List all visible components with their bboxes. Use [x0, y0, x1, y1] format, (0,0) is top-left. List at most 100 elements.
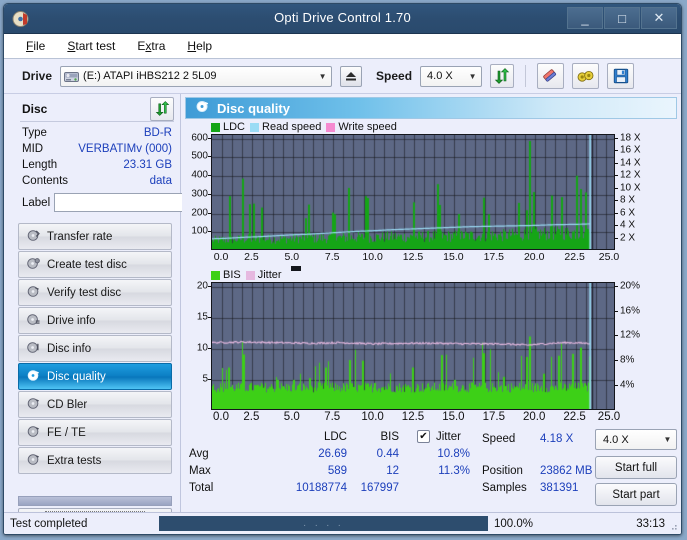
axis-tick: 20.0: [523, 411, 545, 423]
test-speed-select[interactable]: 4.0 X ▼: [595, 429, 677, 450]
axis-tick: 17.5: [484, 251, 504, 263]
main-body: Disc Type BD-R MID VERBATIMv (000): [4, 94, 681, 534]
sidebar-item-create-test-disc[interactable]: Create test disc: [18, 251, 172, 278]
axis-tick: 20%: [620, 280, 640, 291]
axis-tick: 10 X: [620, 182, 641, 193]
axis-tick: 0.0: [214, 251, 229, 263]
menu-file[interactable]: File: [26, 39, 45, 53]
axis-tick: 10: [197, 342, 208, 353]
stats-total-bis: 167997: [349, 482, 399, 494]
minimize-button[interactable]: _: [567, 7, 603, 29]
sidebar-item-label: Extra tests: [47, 455, 101, 467]
resize-grip-icon[interactable]: [668, 521, 678, 531]
sidebar-item-drive-info[interactable]: Drive info: [18, 307, 172, 334]
table-row: Length 23.31 GB: [22, 157, 172, 173]
close-button[interactable]: ✕: [641, 7, 677, 29]
disc-extra-icon: [27, 453, 40, 469]
chart-legend-bottom: BIS Jitter: [185, 267, 677, 282]
section-header: Disc quality: [185, 97, 677, 119]
sidebar-item-label: Disc quality: [47, 371, 106, 383]
disc-bler-icon: [27, 397, 40, 413]
menu-start-test[interactable]: Start test: [67, 39, 115, 53]
axis-tick: 12%: [620, 330, 640, 341]
sidebar-item-cd-bler[interactable]: CD Bler: [18, 391, 172, 418]
disc-info-table: Type BD-R MID VERBATIMv (000) Length 23.…: [4, 125, 180, 213]
sidebar-item-verify-test-disc[interactable]: Verify test disc: [18, 279, 172, 306]
axis-tick: 20.0: [524, 251, 544, 263]
stats-avg-jitter: 10.8%: [420, 448, 470, 460]
legend-item-ldc: LDC: [211, 121, 245, 133]
legend-swatch-icon: [211, 271, 220, 280]
disc-mid-value: VERBATIMv (000): [78, 143, 172, 155]
axis-tick: 16%: [620, 305, 640, 316]
axis-tick: 2 X: [620, 232, 635, 243]
axis-tick: 14 X: [620, 157, 641, 168]
axis-tickmark: [615, 163, 618, 164]
progress-percent: 100.0%: [488, 518, 566, 530]
legend-swatch-icon: [246, 271, 255, 280]
axis-tick: 12 X: [620, 170, 641, 181]
disc-quality-icon: [27, 369, 40, 385]
axis-tick: 8%: [620, 355, 634, 366]
start-full-button[interactable]: Start full: [595, 456, 677, 479]
drive-icon: [64, 70, 79, 83]
axis-tick: 400: [191, 170, 208, 181]
disc-fete-icon: [27, 425, 40, 441]
axis-tick: 5.0: [284, 251, 299, 263]
axis-tickmark: [615, 213, 618, 214]
jitter-label: Jitter: [436, 431, 461, 443]
speed-select[interactable]: 4.0 X ▼: [420, 66, 482, 87]
axis-tick: 18 X: [620, 132, 641, 143]
menu-extra[interactable]: Extra: [137, 39, 165, 53]
legend-label: Jitter: [258, 269, 282, 281]
stats-header-bis: BIS: [355, 431, 399, 443]
save-button[interactable]: [607, 63, 634, 89]
sidebar-item-disc-info[interactable]: Disc info: [18, 335, 172, 362]
sidebar-spacer: [18, 496, 172, 506]
menu-help-label: elp: [196, 39, 212, 53]
start-full-label: Start full: [615, 462, 657, 474]
disc-type-value: BD-R: [144, 127, 172, 139]
table-row: Contents data: [22, 173, 172, 189]
eject-button[interactable]: [340, 66, 362, 87]
axis-tick: 10.0: [362, 251, 382, 263]
axis-tick: 2.5: [243, 411, 259, 423]
menu-file-label: ile: [33, 39, 45, 53]
stats-row-label-total: Total: [189, 482, 213, 494]
axis-tick: 15: [197, 311, 208, 322]
disc-type-label: Type: [22, 127, 47, 139]
maximize-button[interactable]: □: [604, 7, 640, 29]
axis-tick: 5.0: [284, 411, 300, 423]
refresh-button[interactable]: [490, 64, 514, 88]
disc-create-icon: [27, 257, 40, 273]
drive-select[interactable]: (E:) ATAPI iHBS212 2 5L09 ▼: [60, 66, 332, 87]
axis-tick: 12.5: [403, 251, 423, 263]
table-row: MID VERBATIMv (000): [22, 141, 172, 157]
sidebar-item-extra-tests[interactable]: Extra tests: [18, 447, 172, 474]
disc-contents-value: data: [150, 175, 172, 187]
erase-button[interactable]: [537, 63, 564, 89]
stats-samples-label: Samples: [482, 482, 527, 494]
sidebar-item-fe-te[interactable]: FE / TE: [18, 419, 172, 446]
chevron-down-icon: ▼: [314, 67, 331, 86]
disc-length-label: Length: [22, 159, 57, 171]
progress-dots: . . . .: [303, 518, 343, 529]
sidebar-item-disc-quality[interactable]: Disc quality: [18, 363, 172, 390]
start-part-button[interactable]: Start part: [595, 483, 677, 506]
settings-button[interactable]: [572, 63, 599, 89]
eject-icon: [344, 70, 358, 82]
menu-help[interactable]: Help: [187, 39, 212, 53]
stats-speed-value: 4.18 X: [540, 433, 600, 445]
sidebar-item-transfer-rate[interactable]: Transfer rate: [18, 223, 172, 250]
jitter-checkbox[interactable]: ✔: [417, 430, 430, 443]
sidebar-item-label: Drive info: [47, 315, 96, 327]
content-panel: Disc quality LDC Read speed Write speed: [182, 94, 681, 534]
legend-swatch-icon: [211, 123, 220, 132]
disc-refresh-button[interactable]: [150, 97, 174, 121]
menu-extra-label: tra: [151, 39, 165, 53]
chart-bis-jitter: BIS Jitter 5101520 4%8%12%16%20% 0.02.55…: [185, 267, 677, 427]
chevron-down-icon: ▼: [464, 67, 481, 86]
jitter-toggle[interactable]: ✔ Jitter: [417, 430, 461, 443]
goggles-icon: [576, 67, 595, 86]
legend-item-bis: BIS: [211, 269, 241, 281]
